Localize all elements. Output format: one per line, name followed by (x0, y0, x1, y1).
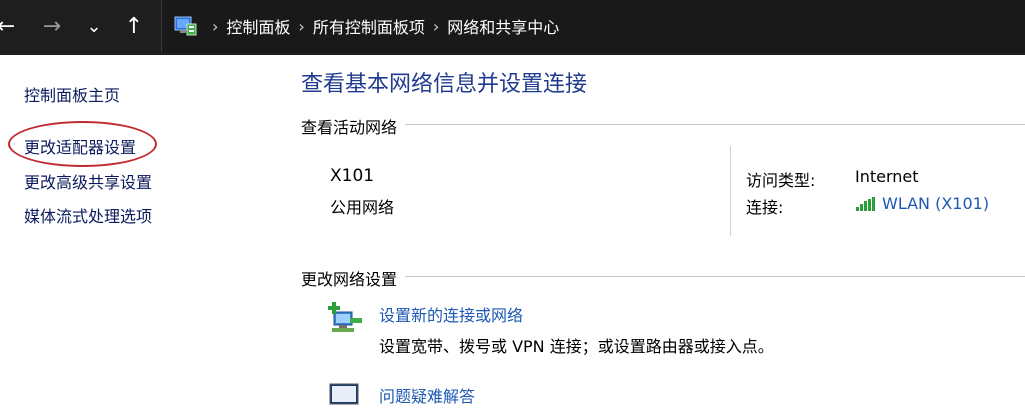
control-panel-icon (174, 16, 197, 36)
breadcrumb-separator: › (432, 16, 440, 36)
recent-locations-button[interactable]: ⌄ (80, 10, 108, 44)
breadcrumb-network-center[interactable]: 网络和共享中心 (447, 14, 559, 38)
new-connection-icon (328, 302, 362, 332)
access-type-value: Internet (855, 167, 919, 186)
sidebar-item-adapter-settings[interactable]: 更改适配器设置 (24, 134, 136, 158)
sidebar: 控制面板主页 更改适配器设置 更改高级共享设置 媒体流式处理选项 (0, 55, 270, 400)
sidebar-item-home[interactable]: 控制面板主页 (24, 82, 120, 106)
troubleshoot-link[interactable]: 问题疑难解答 (379, 383, 475, 407)
back-button[interactable]: ← (0, 10, 20, 44)
forward-button[interactable]: → (38, 10, 66, 44)
breadcrumb-separator: › (298, 16, 305, 36)
troubleshoot-icon (329, 383, 359, 405)
connection-name[interactable]: WLAN (X101) (882, 194, 989, 213)
network-name: X101 (330, 166, 375, 186)
address-bar[interactable]: › 控制面板 › 所有控制面板项 › 网络和共享中心 (161, 0, 1025, 52)
network-type: 公用网络 (330, 198, 395, 217)
section-divider (301, 276, 1025, 277)
up-button[interactable]: ↑ (120, 10, 148, 44)
connection-link[interactable]: WLAN (X101) (856, 194, 989, 213)
access-type-label: 访问类型: (746, 171, 816, 190)
breadcrumb-separator: › (212, 16, 219, 36)
sidebar-item-media-streaming[interactable]: 媒体流式处理选项 (24, 203, 152, 227)
breadcrumb-all-items[interactable]: 所有控制面板项 (313, 14, 425, 38)
breadcrumb-control-panel[interactable]: 控制面板 (226, 14, 290, 38)
connection-label: 连接: (746, 198, 784, 217)
section-divider (301, 124, 1025, 125)
breadcrumb: › 控制面板 › 所有控制面板项 › 网络和共享中心 (204, 0, 559, 52)
page-title: 查看基本网络信息并设置连接 (301, 72, 588, 97)
setup-new-connection-link[interactable]: 设置新的连接或网络 (379, 302, 523, 326)
setup-new-connection-description: 设置宽带、拨号或 VPN 连接；或设置路由器或接入点。 (379, 337, 774, 356)
address-toolbar: ← → ⌄ ↑ › 控制面板 › 所有控制面板项 › 网络和共享中心 (0, 0, 1025, 55)
wifi-signal-icon (856, 196, 875, 211)
sidebar-item-advanced-sharing[interactable]: 更改高级共享设置 (24, 169, 152, 193)
change-settings-heading: 更改网络设置 (301, 266, 406, 290)
active-networks-heading: 查看活动网络 (301, 114, 406, 138)
vertical-divider (730, 146, 731, 236)
